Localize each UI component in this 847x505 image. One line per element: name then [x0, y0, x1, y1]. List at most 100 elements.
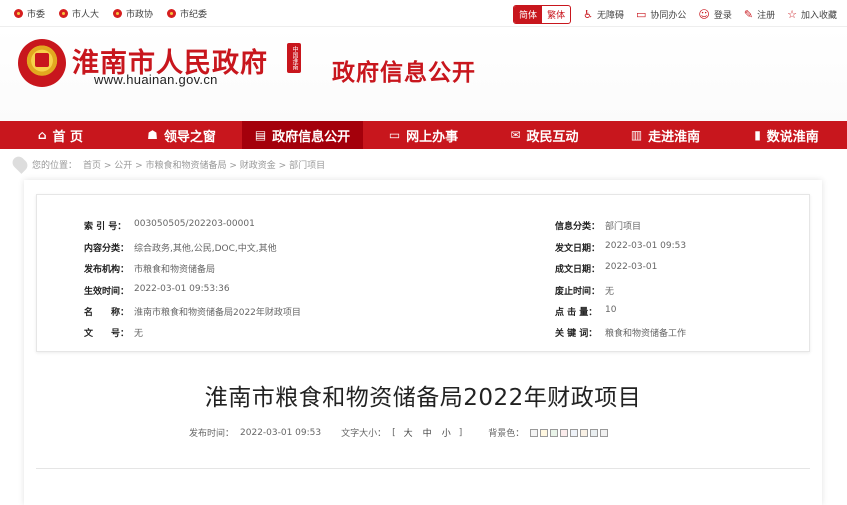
nav-gov-info-icon: ▤ — [254, 128, 267, 142]
bg-swatch-5[interactable] — [580, 428, 589, 437]
accessibility-link[interactable]: ♿ 无障碍 — [583, 8, 624, 21]
info-value: 市粮食和物资储备局 — [134, 265, 216, 275]
lang-simplified-button[interactable]: 简体 — [514, 6, 543, 23]
info-key: 点 击 量： — [555, 308, 598, 318]
bg-swatch-3[interactable] — [560, 428, 569, 437]
info-key: 名 称： — [84, 308, 130, 318]
nav-leaders-icon: ☗ — [147, 128, 158, 142]
info-row-right-2: 成文日期： 2022-03-01 — [555, 262, 657, 275]
info-row-left-1: 内容分类： 综合政务,其他,公民,DOC,中文,其他 — [84, 241, 277, 254]
nav-item-home[interactable]: ⌂ 首 页 — [0, 121, 121, 149]
wheelchair-icon: ♿ — [583, 8, 593, 21]
info-value: 2022-03-01 09:53 — [605, 241, 687, 251]
site-url: www.huainan.gov.cn — [94, 72, 218, 87]
nav-about-icon: ▥ — [630, 128, 643, 142]
info-row-right-3: 废止时间： 无 — [555, 284, 614, 297]
font-size-label: 文字大小： — [341, 429, 387, 439]
top-bar: 市委 市人大 市政协 市纪委 简体 繁体 ♿ 无障碍 ▭ 协同办公 ☺ 登录 ✎ 注册 … — [0, 0, 847, 27]
nav-item-label: 走进淮南 — [648, 129, 701, 145]
nav-item-gov-info[interactable]: ▤ 政府信息公开 — [242, 121, 363, 149]
language-switch: 简体 繁体 — [513, 5, 572, 24]
font-medium-button[interactable]: 中 — [421, 426, 434, 439]
nav-item-about[interactable]: ▥ 走进淮南 — [605, 121, 726, 149]
link-party-committee[interactable]: 市委 — [14, 7, 45, 20]
nav-home-icon: ⌂ — [37, 128, 47, 142]
info-value: 部门项目 — [605, 222, 642, 232]
info-value: 2022-03-01 09:53:36 — [134, 284, 230, 294]
info-key: 发文日期： — [555, 244, 601, 254]
info-row-right-1: 发文日期： 2022-03-01 09:53 — [555, 241, 686, 254]
city-seal-icon: 中国淮南 — [287, 43, 301, 73]
info-key: 废止时间： — [555, 287, 601, 297]
nav-item-leaders[interactable]: ☗ 领导之窗 — [121, 121, 242, 149]
nav-interaction-icon: ✉ — [510, 128, 521, 142]
nav-item-online-services[interactable]: ▭ 网上办事 — [363, 121, 484, 149]
info-value: 003050505/202203-00001 — [134, 219, 255, 229]
nav-item-label: 政民互动 — [526, 129, 579, 145]
info-value: 综合政务,其他,公民,DOC,中文,其他 — [134, 244, 277, 254]
site-header: 淮南市人民政府 www.huainan.gov.cn 中国淮南 政府信息公开 — [0, 27, 847, 121]
info-row-right-5: 关 键 词： 粮食和物资储备工作 — [555, 326, 686, 339]
info-row-right-4: 点 击 量： 10 — [555, 305, 616, 318]
bracket-close: ] — [458, 427, 463, 438]
office-link[interactable]: ▭ 协同办公 — [636, 8, 686, 21]
bg-swatch-1[interactable] — [540, 428, 549, 437]
top-right-tools: 简体 繁体 ♿ 无障碍 ▭ 协同办公 ☺ 登录 ✎ 注册 ☆ 加入收藏 — [513, 5, 837, 24]
bg-color-label: 背景色： — [488, 429, 525, 439]
bg-swatch-0[interactable] — [530, 428, 539, 437]
link-cppcc[interactable]: 市政协 — [113, 7, 153, 20]
nav-online-services-icon: ▭ — [388, 128, 401, 142]
national-emblem-logo[interactable] — [18, 39, 66, 87]
info-row-left-0: 索 引 号： 003050505/202203-00001 — [84, 219, 255, 232]
edit-icon: ✎ — [743, 8, 754, 21]
breadcrumb-path[interactable]: 首页 > 公开 > 市粮食和物资储备局 > 财政资金 > 部门项目 — [83, 158, 325, 171]
favorite-link[interactable]: ☆ 加入收藏 — [787, 8, 837, 21]
link-peoples-congress[interactable]: 市人大 — [59, 7, 99, 20]
publish-label: 发布时间： — [189, 429, 235, 439]
info-table: 索 引 号： 003050505/202203-00001 信息分类： 部门项目内容分… — [36, 194, 810, 352]
nav-statistics-icon: ▮ — [754, 128, 761, 142]
info-key: 内容分类： — [84, 244, 130, 254]
bracket-open: [ — [392, 427, 396, 438]
emblem-icon — [167, 9, 177, 18]
info-key: 发布机构： — [84, 265, 130, 275]
emblem-icon — [59, 9, 69, 18]
breadcrumb: 您的位置： 首页 > 公开 > 市粮食和物资储备局 > 财政资金 > 部门项目 — [10, 154, 325, 174]
emblem-icon — [14, 9, 23, 18]
login-link[interactable]: ☺ 登录 — [698, 8, 731, 21]
bg-swatch-7[interactable] — [600, 428, 609, 437]
star-icon: ☆ — [787, 8, 797, 21]
bg-swatch-6[interactable] — [590, 428, 599, 437]
bg-swatch-4[interactable] — [570, 428, 579, 437]
nav-item-label: 网上办事 — [406, 129, 459, 145]
info-key: 成文日期： — [555, 265, 601, 275]
register-link[interactable]: ✎ 注册 — [744, 8, 775, 21]
nav-item-label: 数说淮南 — [766, 129, 819, 145]
info-row-left-4: 名 称： 淮南市粮食和物资储备局2022年财政项目 — [84, 305, 301, 318]
top-links: 市委 市人大 市政协 市纪委 — [14, 7, 207, 20]
info-key: 关 键 词： — [555, 329, 598, 339]
breadcrumb-prefix: 您的位置： — [32, 160, 78, 171]
font-small-button[interactable]: 小 — [440, 426, 453, 439]
content-panel: 索 引 号： 003050505/202203-00001 信息分类： 部门项目内容分… — [24, 180, 822, 505]
nav-item-statistics[interactable]: ▮ 数说淮南 — [726, 121, 847, 149]
info-key: 信息分类： — [555, 222, 601, 232]
font-large-button[interactable]: 大 — [402, 426, 415, 439]
nav-item-label: 政府信息公开 — [272, 129, 351, 145]
user-icon: ☺ — [698, 8, 710, 21]
publish-time: 2022-03-01 09:53 — [240, 427, 322, 438]
info-row-left-2: 发布机构： 市粮食和物资储备局 — [84, 262, 215, 275]
bg-swatch-2[interactable] — [550, 428, 559, 437]
lang-traditional-button[interactable]: 繁体 — [542, 6, 570, 23]
info-key: 文 号： — [84, 329, 130, 339]
nav-item-interaction[interactable]: ✉ 政民互动 — [484, 121, 605, 149]
location-pin-icon — [10, 154, 30, 174]
monitor-icon: ▭ — [635, 8, 647, 21]
info-key: 生效时间： — [84, 287, 130, 297]
emblem-icon — [113, 9, 123, 18]
main-nav: ⌂ 首 页 ☗ 领导之窗 ▤ 政府信息公开 ▭ 网上办事 ✉ 政民互动 ▥ 走进淮南 ▮ 数说淮南 — [0, 121, 847, 149]
info-key: 索 引 号： — [84, 222, 127, 232]
article-title: 淮南市粮食和物资储备局2022年财政项目 — [204, 385, 642, 411]
nav-item-label: 领导之窗 — [163, 129, 216, 145]
link-discipline-commission[interactable]: 市纪委 — [167, 7, 207, 20]
